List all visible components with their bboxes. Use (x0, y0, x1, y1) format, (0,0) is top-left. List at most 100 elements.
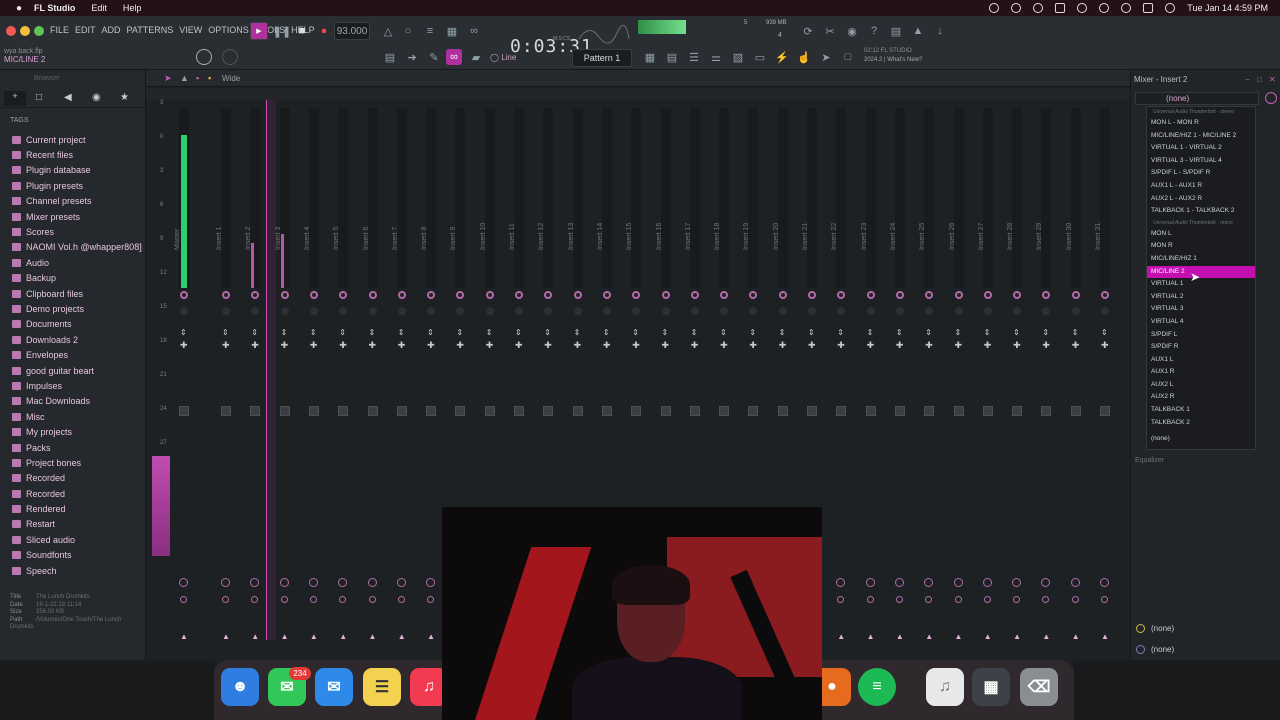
browser-item-good-guitar[interactable]: good guitar beart (0, 363, 146, 378)
send-icon[interactable]: ➤ (818, 49, 834, 65)
faders-icon[interactable]: ⚌ (708, 49, 724, 65)
mixer-strip[interactable]: Master ⇕ ✚ ▲ (170, 100, 198, 660)
pan-knob[interactable] (749, 291, 758, 299)
route-arrow-icon[interactable]: ⇕ (955, 328, 962, 337)
browser-item-envelopes[interactable]: Envelopes (0, 347, 146, 362)
dropdown-option[interactable]: S/PDIF R (1147, 341, 1255, 354)
route-up-icon[interactable]: ▲ (310, 632, 318, 641)
volume-fader[interactable] (514, 406, 524, 416)
route-up-icon[interactable]: ▲ (369, 632, 377, 641)
store-icon[interactable]: □ (840, 49, 856, 65)
add-send-icon[interactable]: ✚ (427, 340, 435, 351)
stereo-knob[interactable] (456, 307, 465, 315)
send-knob[interactable] (250, 578, 260, 587)
send-level-icon[interactable] (368, 596, 376, 603)
dropdown-option-none[interactable]: (none) (1147, 433, 1255, 446)
mixer-up-icon[interactable]: ▲ (180, 73, 189, 83)
add-send-icon[interactable]: ✚ (515, 340, 523, 351)
route-up-icon[interactable]: ▲ (339, 632, 347, 641)
stereo-knob[interactable] (983, 307, 992, 315)
control-center-icon[interactable] (1143, 3, 1154, 13)
clock[interactable]: Tue Jan 14 4:59 PM (1187, 3, 1268, 13)
route-arrow-icon[interactable]: ⇕ (1101, 328, 1108, 337)
fl-menu-edit[interactable]: EDIT (75, 25, 96, 35)
send-knob[interactable] (982, 578, 992, 587)
pan-knob[interactable] (339, 291, 348, 299)
add-send-icon[interactable]: ✚ (779, 340, 787, 351)
piano-roll-icon[interactable]: ▤ (664, 49, 680, 65)
master-pitch-knob[interactable] (222, 49, 238, 65)
stereo-knob[interactable] (397, 307, 406, 315)
dropdown-option[interactable]: VIRTUAL 1 - VIRTUAL 2 (1147, 142, 1255, 155)
volume-fader[interactable] (367, 406, 378, 416)
route-up-icon[interactable]: ▲ (180, 632, 188, 641)
route-up-icon[interactable]: ▲ (1042, 632, 1050, 641)
volume-fader[interactable] (894, 406, 905, 416)
pan-knob[interactable] (925, 291, 934, 299)
browser-item-demo-projects[interactable]: Demo projects (0, 301, 146, 316)
download-icon[interactable]: ↓ (932, 23, 948, 39)
route-up-icon[interactable]: ▲ (1101, 632, 1109, 641)
send-knob[interactable] (367, 578, 377, 587)
dropdown-option[interactable]: AUX1 L (1147, 354, 1255, 367)
pencil-icon[interactable]: ✎ (426, 49, 442, 65)
mixer-strip[interactable]: Insert 5 ⇕ ✚ ▲ (329, 100, 357, 660)
pan-knob[interactable] (280, 291, 289, 299)
wait-icon[interactable]: ○ (400, 23, 416, 39)
stereo-knob[interactable] (1071, 307, 1080, 315)
snap-selector[interactable]: ◯ Line (490, 53, 516, 62)
send-knob[interactable] (894, 578, 904, 587)
pan-knob[interactable] (222, 291, 230, 299)
send-level-icon[interactable] (1101, 596, 1108, 603)
mixer-strip[interactable]: Insert 8 ⇕ ✚ ▲ (417, 100, 445, 660)
mixer-strip[interactable]: Insert 1 ⇕ ✚ ▲ (212, 100, 240, 660)
send-level-icon[interactable] (1013, 596, 1021, 603)
stereo-knob[interactable] (778, 307, 787, 315)
route-up-icon[interactable]: ▲ (867, 632, 875, 641)
send-level-icon[interactable] (397, 596, 405, 603)
volume-fader[interactable] (250, 406, 261, 416)
route-arrow-icon[interactable]: ⇕ (1013, 328, 1020, 337)
route-arrow-icon[interactable]: ⇕ (867, 328, 874, 337)
browser-item-downloads-2[interactable]: Downloads 2 (0, 332, 146, 347)
route-arrow-icon[interactable]: ⇕ (544, 328, 551, 337)
send-knob[interactable] (1012, 578, 1022, 587)
mixer-strip[interactable]: Insert 30 ⇕ ✚ ▲ (1062, 100, 1090, 660)
mixer-strip[interactable]: Insert 26 ⇕ ✚ ▲ (945, 100, 973, 660)
dropdown-option[interactable]: MON R (1147, 240, 1255, 253)
volume-fader[interactable] (660, 406, 671, 416)
record-icon[interactable]: ● (316, 23, 332, 39)
stereo-knob[interactable] (749, 307, 758, 315)
dropdown-option[interactable]: TALKBACK 2 (1147, 417, 1255, 430)
pan-knob[interactable] (1042, 291, 1051, 299)
stereo-knob[interactable] (180, 307, 188, 315)
route-arrow-icon[interactable]: ⇕ (427, 328, 434, 337)
route-up-icon[interactable]: ▲ (398, 632, 406, 641)
browser-item-current-project[interactable]: Current project (0, 132, 146, 147)
browser-item-sliced-audio[interactable]: Sliced audio (0, 532, 146, 547)
menu-edit[interactable]: Edit (91, 3, 107, 13)
browser-item-naomi[interactable]: NAOMI Vol.h @whapper808] (0, 240, 146, 255)
add-send-icon[interactable]: ✚ (691, 340, 699, 351)
route-up-icon[interactable]: ▲ (1013, 632, 1021, 641)
pan-knob[interactable] (954, 291, 963, 299)
fl-menu-options[interactable]: OPTIONS (208, 25, 249, 35)
pan-knob[interactable] (778, 291, 787, 299)
volume-fader[interactable] (455, 406, 466, 416)
dropdown-option[interactable]: TALKBACK 1 - TALKBACK 2 (1147, 205, 1255, 218)
pan-knob[interactable] (895, 291, 904, 299)
pan-knob[interactable] (397, 291, 406, 299)
browser-item-audio[interactable]: Audio (0, 255, 146, 270)
route-arrow-icon[interactable]: ⇕ (896, 328, 903, 337)
mixer-icon[interactable]: ☰ (686, 49, 702, 65)
send-level-icon[interactable] (251, 596, 259, 603)
dropdown-option[interactable]: MIC/LINE/HIZ 1 (1147, 253, 1255, 266)
touch-icon[interactable]: ☝ (796, 49, 812, 65)
stereo-knob[interactable] (632, 307, 641, 315)
refresh-icon[interactable]: ⟳ (800, 23, 816, 39)
volume-fader[interactable] (572, 406, 583, 416)
volume-fader[interactable] (1041, 406, 1052, 416)
dropdown-option[interactable]: TALKBACK 1 (1147, 404, 1255, 417)
route-arrow-icon[interactable]: ⇕ (574, 328, 581, 337)
stereo-knob[interactable] (690, 307, 699, 315)
